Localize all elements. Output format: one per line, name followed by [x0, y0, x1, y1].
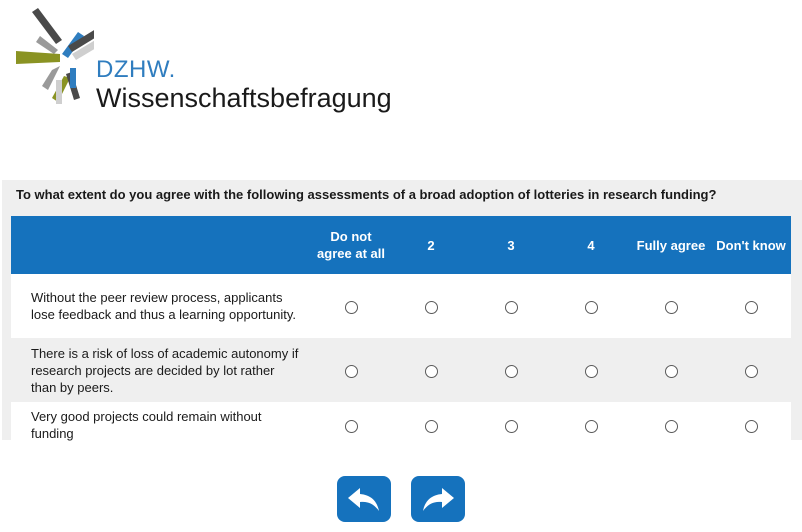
- table-row: There is a risk of loss of academic auto…: [11, 338, 791, 402]
- radio-option[interactable]: [584, 419, 598, 433]
- question-text: To what extent do you agree with the fol…: [16, 187, 717, 202]
- survey-page: DZHW. Wissenschaftsbefragung To what ext…: [0, 0, 802, 532]
- radio-option[interactable]: [584, 300, 598, 314]
- radio-option[interactable]: [424, 419, 438, 433]
- matrix-question: Do not agree at all 2 3 4 Fully agree Do…: [11, 216, 791, 448]
- item-label: There is a risk of loss of academic auto…: [11, 338, 311, 402]
- radio-option[interactable]: [744, 364, 758, 378]
- radio-option[interactable]: [744, 419, 758, 433]
- matrix-header-empty: [11, 216, 311, 274]
- column-header-2: 2: [391, 216, 471, 274]
- arrow-back-icon: [348, 488, 379, 511]
- item-label: Very good projects could remain without …: [11, 402, 311, 448]
- radio-option[interactable]: [584, 364, 598, 378]
- column-header-fully-agree: Fully agree: [631, 216, 711, 274]
- column-header-do-not-agree: Do not agree at all: [311, 216, 391, 274]
- starburst-logo-icon: [16, 8, 94, 104]
- item-label: Without the peer review process, applica…: [11, 274, 311, 338]
- next-button[interactable]: [411, 476, 465, 522]
- radio-option[interactable]: [664, 364, 678, 378]
- dzhw-logo: DZHW. Wissenschaftsbefragung: [14, 6, 394, 116]
- radio-option[interactable]: [504, 419, 518, 433]
- radio-option[interactable]: [344, 300, 358, 314]
- column-header-3: 3: [471, 216, 551, 274]
- question-panel: To what extent do you agree with the fol…: [2, 180, 802, 448]
- column-header-4: 4: [551, 216, 631, 274]
- radio-option[interactable]: [424, 300, 438, 314]
- radio-option[interactable]: [504, 300, 518, 314]
- radio-option[interactable]: [344, 364, 358, 378]
- radio-option[interactable]: [344, 419, 358, 433]
- radio-option[interactable]: [664, 419, 678, 433]
- back-button[interactable]: [337, 476, 391, 522]
- arrow-forward-icon: [423, 488, 454, 511]
- table-row: Without the peer review process, applica…: [11, 274, 791, 338]
- column-header-dont-know: Don't know: [711, 216, 791, 274]
- radio-option[interactable]: [504, 364, 518, 378]
- table-row: Very good projects could remain without …: [11, 402, 791, 448]
- logo-full-name: Wissenschaftsbefragung: [96, 83, 392, 113]
- radio-option[interactable]: [424, 364, 438, 378]
- radio-option[interactable]: [744, 300, 758, 314]
- radio-option[interactable]: [664, 300, 678, 314]
- logo-short-name: DZHW.: [96, 56, 176, 83]
- matrix-header-row: Do not agree at all 2 3 4 Fully agree Do…: [11, 216, 791, 274]
